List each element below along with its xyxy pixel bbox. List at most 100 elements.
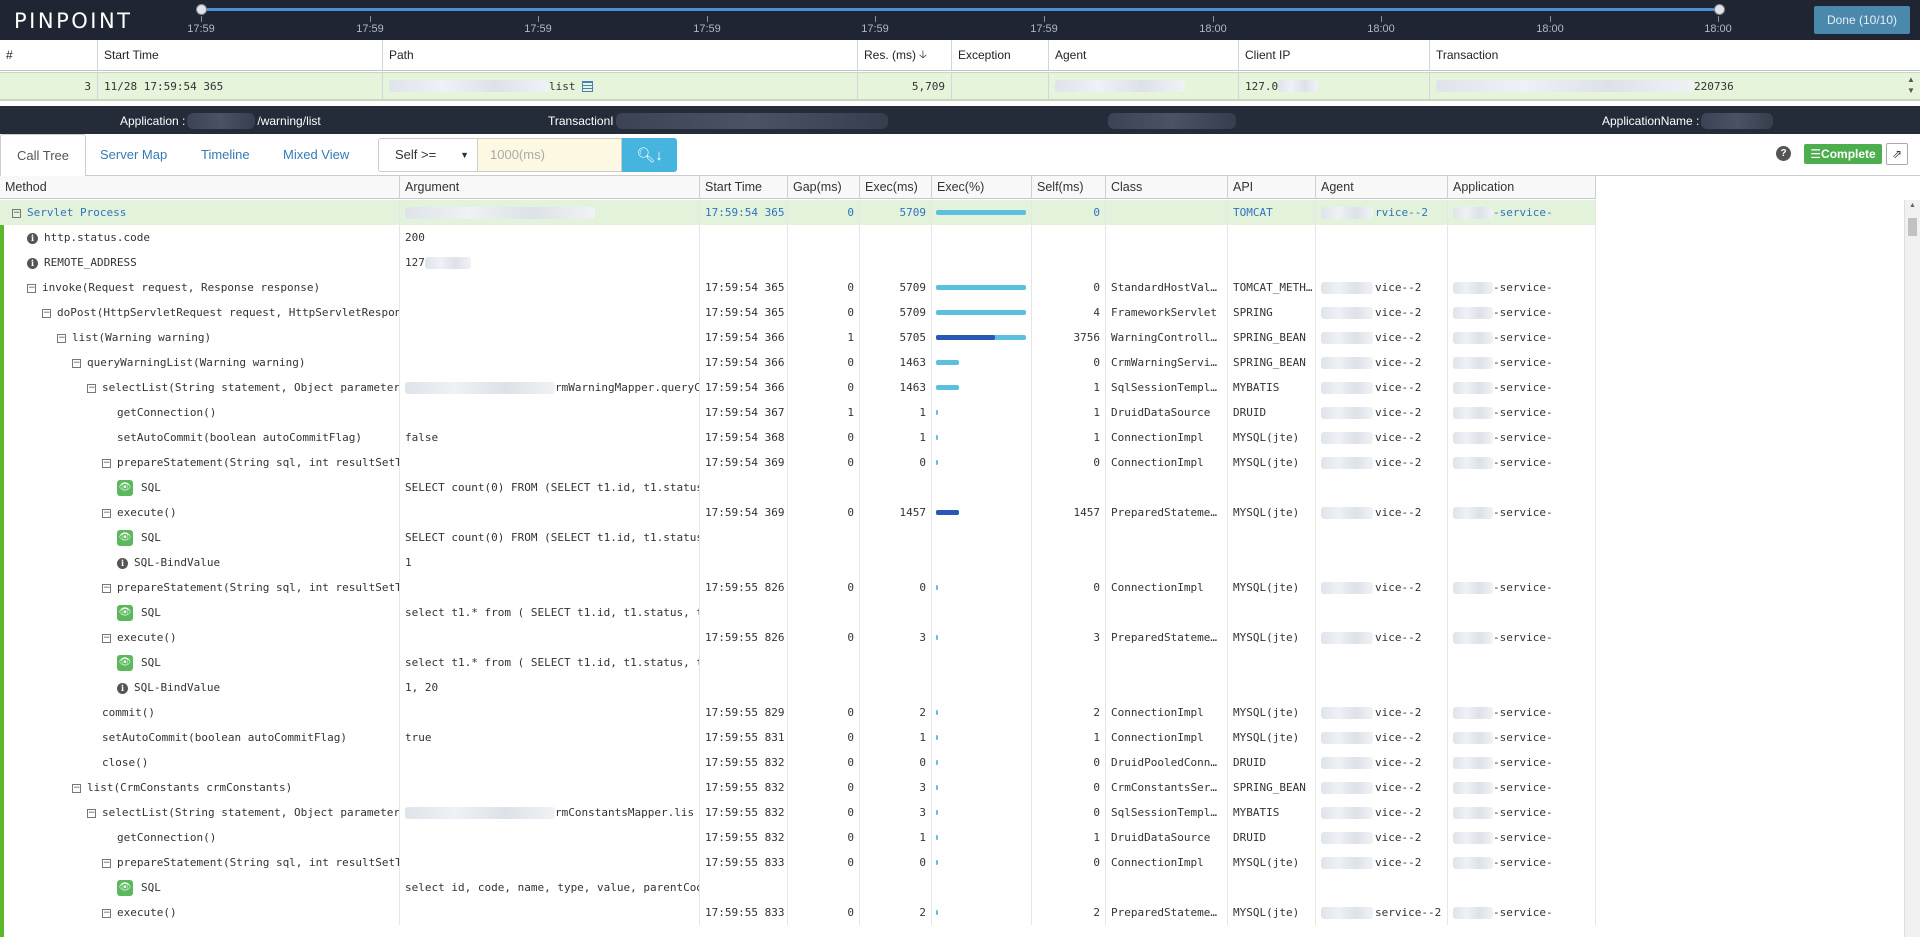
self-filter-select[interactable]: Self >= ▼ — [378, 138, 478, 172]
col-transaction[interactable]: Transaction — [1430, 40, 1920, 70]
call-tree-row[interactable]: i SQL-BindValue 1, 20 — [0, 675, 1596, 700]
col-self[interactable]: Self(ms) — [1032, 176, 1106, 199]
collapse-toggle-icon[interactable]: − — [102, 633, 111, 643]
col-client-ip[interactable]: Client IP — [1239, 40, 1430, 70]
tab-mixed-view[interactable]: Mixed View — [267, 134, 365, 176]
exec-pct-bar — [936, 735, 1026, 740]
redacted-block — [1436, 80, 1694, 92]
collapse-toggle-icon[interactable]: − — [102, 583, 111, 593]
exec-pct-self-bar — [936, 510, 959, 515]
call-tree-row[interactable]: − prepareStatement(String sql, int result… — [0, 450, 1596, 475]
call-tree-row[interactable]: − selectList(String statement, Object par… — [0, 375, 1596, 400]
collapse-toggle-icon[interactable]: − — [87, 808, 96, 818]
timeline-tick — [1044, 16, 1045, 22]
sql-view-icon[interactable]: 👁︎ — [117, 530, 133, 546]
call-tree-row[interactable]: − prepareStatement(String sql, int result… — [0, 575, 1596, 600]
col-argument[interactable]: Argument — [400, 176, 700, 199]
done-button[interactable]: Done (10/10) — [1814, 6, 1910, 34]
call-tree-row[interactable]: commit() 17:59:55 829 0 2 2 ConnectionImpl MYS… — [0, 700, 1596, 725]
sql-view-icon[interactable]: 👁︎ — [117, 480, 133, 496]
call-tree-row[interactable]: getConnection() 17:59:55 832 0 1 1 DruidDataS… — [0, 825, 1596, 850]
col-application[interactable]: Application — [1448, 176, 1596, 199]
tab-timeline[interactable]: Timeline — [185, 134, 266, 176]
agent-cell — [1316, 650, 1448, 675]
col-exec-pct[interactable]: Exec(%) — [932, 176, 1032, 199]
call-tree-row[interactable]: 👁︎ SQL SELECT count(0) FROM (SELECT t1.id,… — [0, 475, 1596, 500]
col-start-time[interactable]: Start Time — [700, 176, 788, 199]
sql-view-icon[interactable]: 👁︎ — [117, 880, 133, 896]
collapse-toggle-icon[interactable]: − — [87, 383, 96, 393]
transaction-table-scrollbar[interactable]: ▲ ▼ — [1904, 74, 1918, 98]
col-gap[interactable]: Gap(ms) — [788, 176, 860, 199]
call-tree-row[interactable]: setAutoCommit(boolean autoCommitFlag) tru… — [0, 725, 1596, 750]
col-exception[interactable]: Exception — [952, 40, 1049, 70]
timeline-end-handle[interactable] — [1714, 4, 1725, 15]
exec-pct-cell — [932, 550, 1032, 575]
search-next-button[interactable]: 🔍︎↓ — [622, 138, 677, 172]
collapse-toggle-icon[interactable]: − — [102, 508, 111, 518]
col-agent[interactable]: Agent — [1316, 176, 1448, 199]
timeline-start-handle[interactable] — [196, 4, 207, 15]
call-tree-row[interactable]: getConnection() 17:59:54 367 1 1 1 DruidDataS… — [0, 400, 1596, 425]
call-tree-row[interactable]: − selectList(String statement, Object par… — [0, 800, 1596, 825]
call-tree-scrollbar[interactable]: ▲ — [1904, 200, 1920, 937]
col-class[interactable]: Class — [1106, 176, 1228, 199]
help-icon[interactable]: ? — [1776, 146, 1791, 161]
call-tree-row[interactable]: − execute() 17:59:55 826 0 3 3 PreparedStateme… — [0, 625, 1596, 650]
col-method[interactable]: Method — [0, 176, 400, 199]
call-tree-row[interactable]: − list(Warning warning) 17:59:54 366 1 5705 3… — [0, 325, 1596, 350]
call-tree-row[interactable]: 👁︎ SQL SELECT count(0) FROM (SELECT t1.id,… — [0, 525, 1596, 550]
tab-server-map[interactable]: Server Map — [84, 134, 183, 176]
open-external-icon[interactable]: ⇗ — [1886, 143, 1908, 165]
call-tree-row[interactable]: − invoke(Request request, Response respon… — [0, 275, 1596, 300]
exec-pct-cell — [932, 825, 1032, 850]
col-agent[interactable]: Agent — [1049, 40, 1239, 70]
call-tree-row[interactable]: close() 17:59:55 832 0 0 0 DruidPooledConn… DR… — [0, 750, 1596, 775]
call-tree-row[interactable]: 👁︎ SQL select t1.* from ( SELECT t1.id, t1… — [0, 600, 1596, 625]
application-text: -service- — [1493, 831, 1553, 844]
call-tree-row[interactable]: − list(CrmConstants crmConstants) 17:59:55… — [0, 775, 1596, 800]
scroll-up-icon[interactable]: ▲ — [1905, 202, 1920, 209]
call-tree-row[interactable]: i SQL-BindValue 1 — [0, 550, 1596, 575]
sql-view-icon[interactable]: 👁︎ — [117, 655, 133, 671]
sql-view-icon[interactable]: 👁︎ — [117, 605, 133, 621]
call-tree-row[interactable]: − queryWarningList(Warning warning) 17:59:… — [0, 350, 1596, 375]
collapse-toggle-icon[interactable]: − — [72, 783, 81, 793]
tab-call-tree[interactable]: Call Tree — [0, 134, 87, 177]
exec-pct-self-bar — [936, 335, 995, 340]
collapse-toggle-icon[interactable]: − — [72, 358, 81, 368]
col-num[interactable]: # — [0, 40, 98, 70]
collapse-toggle-icon[interactable]: − — [12, 208, 21, 218]
call-tree-row[interactable]: 👁︎ SQL select t1.* from ( SELECT t1.id, t1… — [0, 650, 1596, 675]
collapse-toggle-icon[interactable]: − — [102, 908, 111, 918]
call-tree-row[interactable]: − doPost(HttpServletRequest request, Http… — [0, 300, 1596, 325]
collapse-toggle-icon[interactable]: − — [102, 858, 111, 868]
collapse-toggle-icon[interactable]: − — [27, 283, 36, 293]
col-path[interactable]: Path — [383, 40, 858, 70]
call-tree-row[interactable]: 👁︎ SQL select id, code, name, type, value,… — [0, 875, 1596, 900]
col-res[interactable]: Res. (ms) 🡣 — [858, 40, 952, 70]
self-threshold-input[interactable]: 1000(ms) — [478, 138, 622, 172]
col-api[interactable]: API — [1228, 176, 1316, 199]
collapse-toggle-icon[interactable]: − — [102, 458, 111, 468]
method-cell: − execute() — [0, 625, 400, 650]
call-tree-row[interactable]: i http.status.code 200 — [0, 225, 1596, 250]
timeline-range-slider[interactable] — [202, 8, 1720, 11]
list-icon[interactable] — [581, 80, 593, 92]
call-tree-row[interactable]: − prepareStatement(String sql, int result… — [0, 850, 1596, 875]
col-start-time[interactable]: Start Time — [98, 40, 383, 70]
self-cell: 0 — [1032, 200, 1106, 225]
scrollbar-thumb[interactable] — [1908, 218, 1917, 236]
call-tree-row[interactable]: setAutoCommit(boolean autoCommitFlag) fal… — [0, 425, 1596, 450]
method-cell: i SQL-BindValue — [0, 675, 400, 700]
transaction-row-selected[interactable]: 3 11/28 17:59:54 365 list 5,709 127.0 22… — [0, 72, 1920, 100]
collapse-toggle-icon[interactable]: − — [42, 308, 51, 318]
call-tree-row[interactable]: − execute() 17:59:54 369 0 1457 1457 PreparedS… — [0, 500, 1596, 525]
call-tree-row[interactable]: i REMOTE_ADDRESS 127 — [0, 250, 1596, 275]
call-tree-row[interactable]: − Servlet Process 17:59:54 365 0 5709 0 TOMCAT… — [0, 200, 1596, 225]
collapse-toggle-icon[interactable]: − — [57, 333, 66, 343]
col-exec[interactable]: Exec(ms) — [860, 176, 932, 199]
complete-button[interactable]: ☰Complete — [1804, 144, 1882, 164]
call-tree-row[interactable]: − execute() 17:59:55 833 0 2 2 PreparedStateme… — [0, 900, 1596, 925]
class-cell — [1106, 250, 1228, 275]
